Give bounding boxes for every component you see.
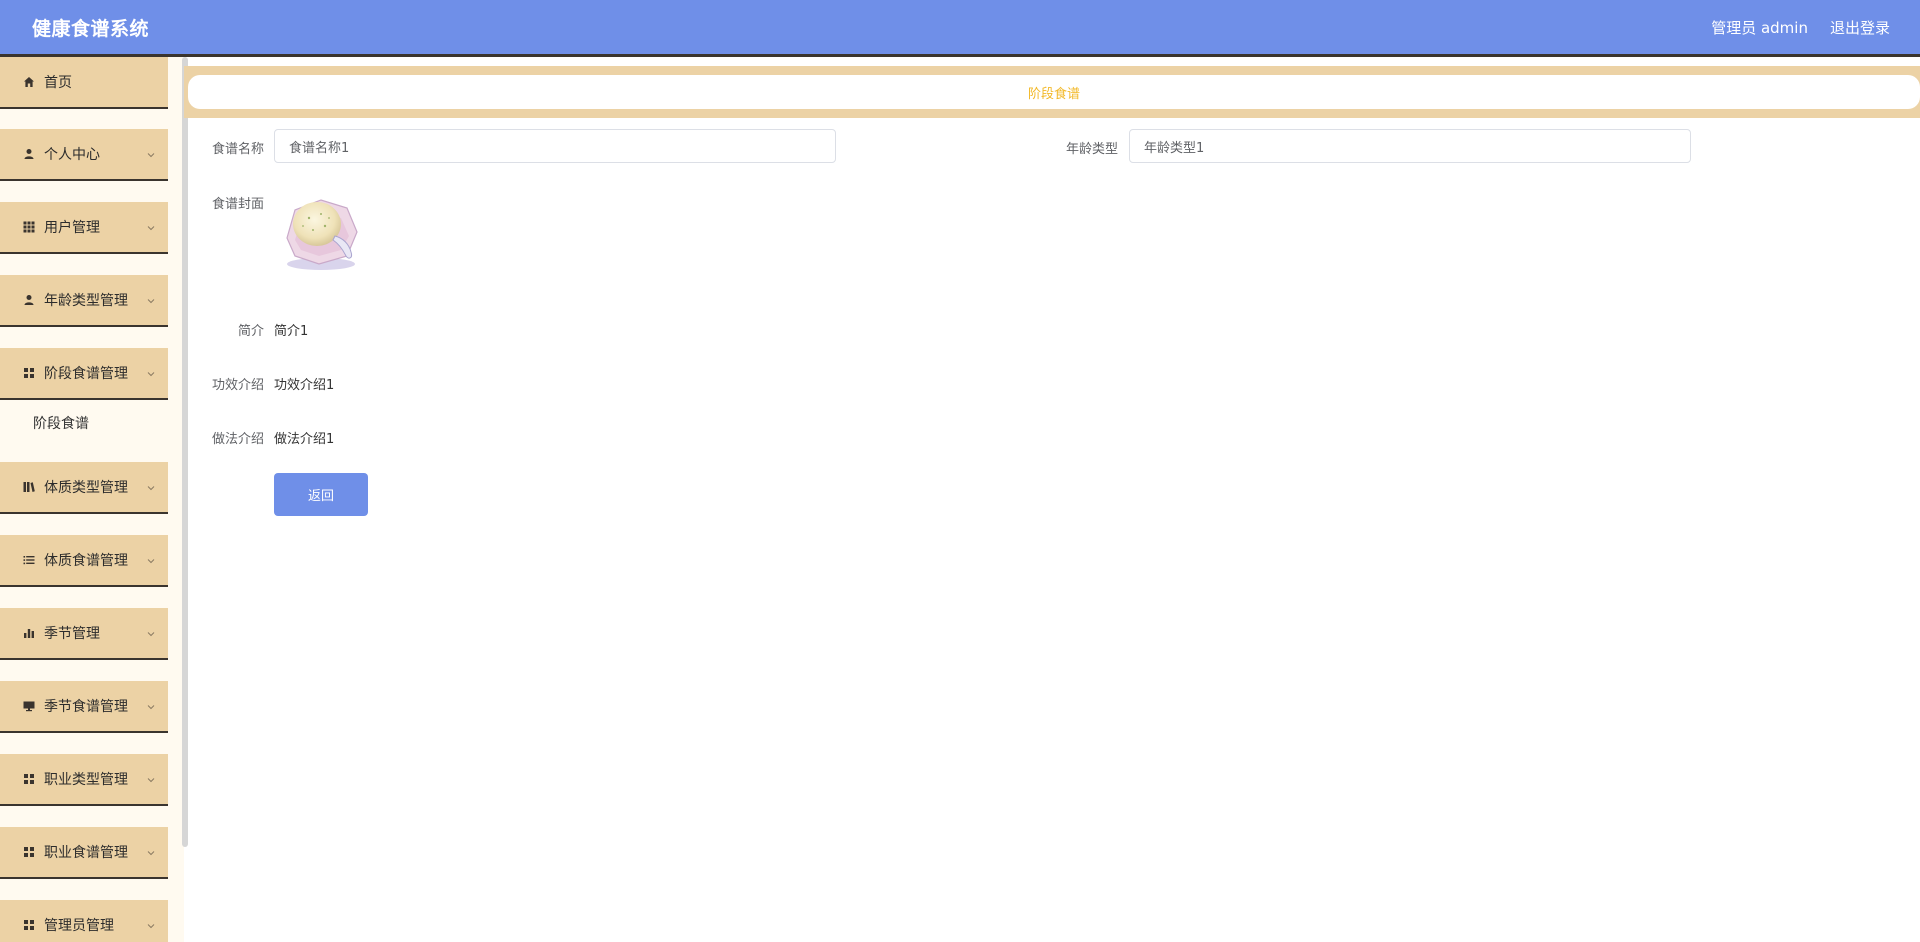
sidebar-item-label: 年龄类型管理 bbox=[44, 293, 128, 309]
chevron-down-icon bbox=[146, 148, 156, 158]
sidebar-item-user-management[interactable]: 用户管理 bbox=[0, 202, 168, 254]
sidebar: 首页 个人中心 用户管理 年龄类型管理 阶段食谱管理 阶段食谱 体质类型管理 体… bbox=[0, 57, 184, 942]
method-label: 做法介绍 bbox=[211, 432, 264, 447]
cover-label: 食谱封面 bbox=[211, 197, 264, 212]
top-header: 健康食谱系统 管理员 admin 退出登录 bbox=[0, 0, 1920, 57]
list-icon bbox=[22, 553, 36, 567]
app-title: 健康食谱系统 bbox=[32, 17, 150, 40]
sidebar-item-constitution-type-management[interactable]: 体质类型管理 bbox=[0, 462, 168, 514]
recipe-cover-image bbox=[273, 182, 369, 278]
chevron-down-icon bbox=[146, 773, 156, 783]
chevron-down-icon bbox=[146, 294, 156, 304]
user-icon bbox=[22, 147, 36, 161]
chevron-down-icon bbox=[146, 481, 156, 491]
apps-icon bbox=[22, 772, 36, 786]
chevron-down-icon bbox=[146, 846, 156, 856]
sidebar-item-label: 首页 bbox=[44, 75, 72, 91]
sidebar-item-label: 用户管理 bbox=[44, 220, 100, 236]
method-value: 做法介绍1 bbox=[274, 432, 335, 447]
intro-label: 简介 bbox=[237, 324, 264, 339]
sidebar-item-occupation-type-management[interactable]: 职业类型管理 bbox=[0, 754, 168, 806]
intro-value: 简介1 bbox=[274, 324, 309, 339]
apps-icon bbox=[22, 918, 36, 932]
age-type-field[interactable]: 年龄类型1 bbox=[1129, 129, 1691, 163]
chevron-down-icon bbox=[146, 554, 156, 564]
bar-chart-icon bbox=[22, 626, 36, 640]
apps-icon bbox=[22, 845, 36, 859]
chevron-down-icon bbox=[146, 700, 156, 710]
grid-icon bbox=[22, 220, 36, 234]
apps-icon bbox=[22, 366, 36, 380]
chevron-down-icon bbox=[146, 367, 156, 377]
sidebar-item-home[interactable]: 首页 bbox=[0, 57, 168, 109]
sidebar-item-label: 体质食谱管理 bbox=[44, 553, 128, 569]
sidebar-scrollbar[interactable] bbox=[182, 57, 188, 847]
home-icon bbox=[22, 75, 36, 89]
submenu-item-stage-recipe[interactable]: 阶段食谱 bbox=[0, 401, 168, 445]
recipe-name-field[interactable]: 食谱名称1 bbox=[274, 129, 836, 163]
chevron-down-icon bbox=[146, 627, 156, 637]
sidebar-item-label: 个人中心 bbox=[44, 147, 100, 163]
sidebar-item-personal-center[interactable]: 个人中心 bbox=[0, 129, 168, 181]
sidebar-item-age-type-management[interactable]: 年龄类型管理 bbox=[0, 275, 168, 327]
sidebar-item-label: 管理员管理 bbox=[44, 918, 114, 934]
sidebar-item-admin-management[interactable]: 管理员管理 bbox=[0, 900, 168, 942]
monitor-icon bbox=[22, 699, 36, 713]
user-icon bbox=[22, 293, 36, 307]
breadcrumb: 阶段食谱 bbox=[184, 66, 1920, 118]
sidebar-item-occupation-recipe-management[interactable]: 职业食谱管理 bbox=[0, 827, 168, 879]
effect-value: 功效介绍1 bbox=[274, 378, 335, 393]
current-user-label: 管理员 admin bbox=[1711, 18, 1808, 37]
books-icon bbox=[22, 480, 36, 494]
sidebar-item-constitution-recipe-management[interactable]: 体质食谱管理 bbox=[0, 535, 168, 587]
sidebar-item-label: 职业类型管理 bbox=[44, 772, 128, 788]
sidebar-item-label: 阶段食谱管理 bbox=[44, 366, 128, 382]
back-button[interactable]: 返回 bbox=[274, 473, 368, 516]
sidebar-item-label: 体质类型管理 bbox=[44, 480, 128, 496]
logout-link[interactable]: 退出登录 bbox=[1830, 17, 1890, 38]
chevron-down-icon bbox=[146, 221, 156, 231]
sidebar-item-label: 季节食谱管理 bbox=[44, 699, 128, 715]
breadcrumb-current: 阶段食谱 bbox=[188, 75, 1920, 109]
age-type-label: 年龄类型 bbox=[1065, 142, 1118, 157]
sidebar-item-label: 季节管理 bbox=[44, 626, 100, 642]
sidebar-item-season-recipe-management[interactable]: 季节食谱管理 bbox=[0, 681, 168, 733]
sidebar-item-label: 职业食谱管理 bbox=[44, 845, 128, 861]
effect-label: 功效介绍 bbox=[211, 378, 264, 393]
chevron-down-icon bbox=[146, 919, 156, 929]
sidebar-item-stage-recipe-management[interactable]: 阶段食谱管理 bbox=[0, 348, 168, 400]
recipe-name-label: 食谱名称 bbox=[211, 142, 264, 157]
header-actions: 管理员 admin 退出登录 bbox=[1711, 17, 1890, 38]
sidebar-item-season-management[interactable]: 季节管理 bbox=[0, 608, 168, 660]
